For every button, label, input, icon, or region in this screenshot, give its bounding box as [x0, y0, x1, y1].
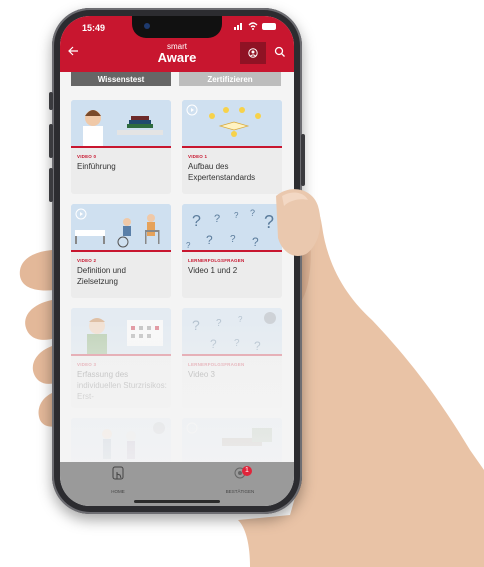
notch — [132, 16, 222, 38]
front-camera — [144, 23, 150, 29]
thumb-illustration — [276, 189, 321, 257]
